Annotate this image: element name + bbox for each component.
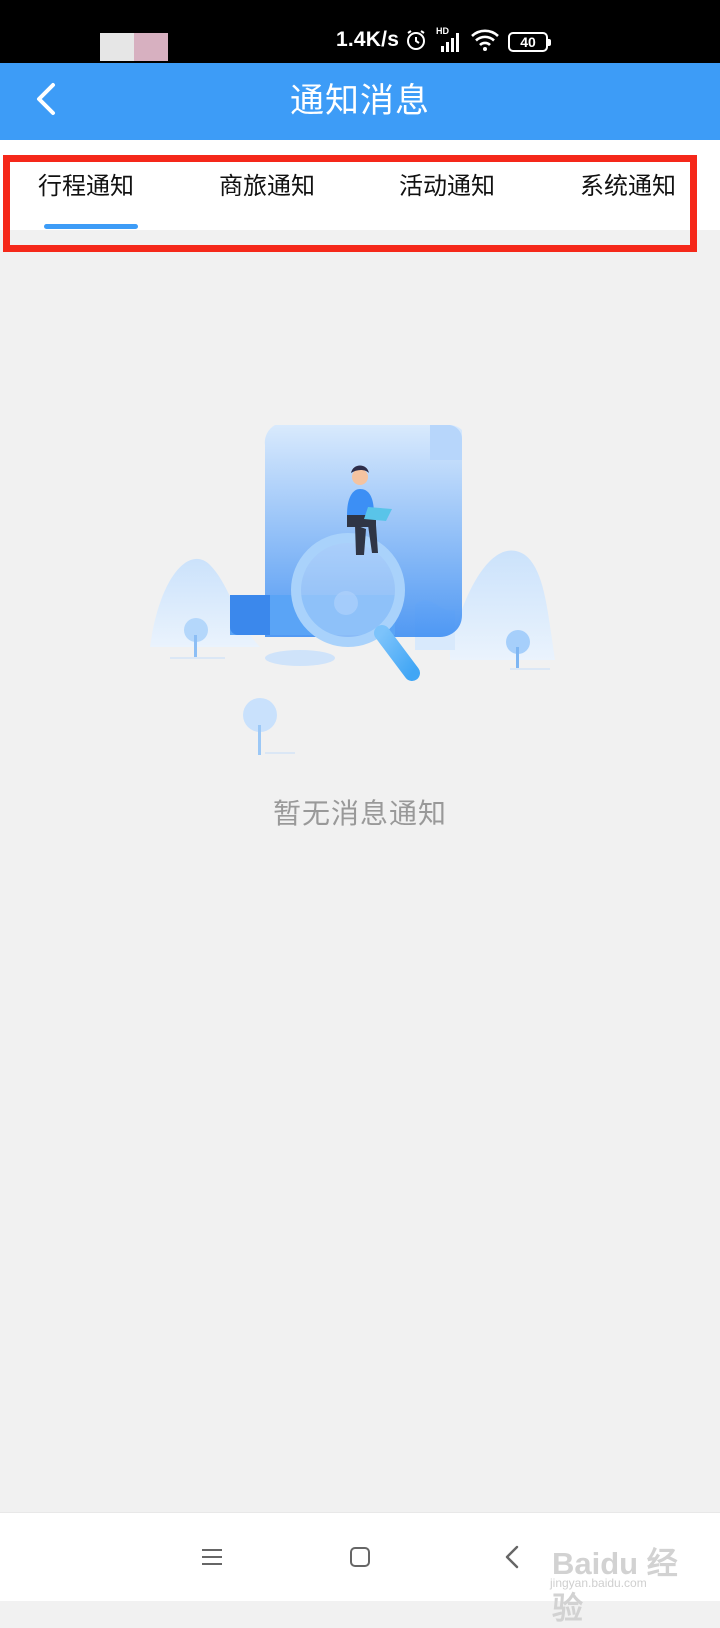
alarm-icon bbox=[404, 28, 428, 56]
status-notification-area bbox=[100, 33, 168, 61]
baidu-watermark: Baidu 经验 jingyan.baidu.com bbox=[550, 1520, 700, 1626]
header-bar: 通知消息 bbox=[0, 63, 720, 140]
wifi-icon bbox=[470, 28, 500, 56]
status-bar: 1.4K/s HD 40 bbox=[0, 0, 720, 63]
home-button[interactable] bbox=[338, 1537, 382, 1581]
home-square-icon bbox=[348, 1545, 372, 1573]
page-title: 通知消息 bbox=[290, 81, 430, 121]
watermark-sub-text: jingyan.baidu.com bbox=[550, 1576, 647, 1590]
menu-icon bbox=[200, 1546, 224, 1572]
person-on-magnifier-illustration bbox=[150, 425, 570, 770]
nav-back-button[interactable] bbox=[490, 1537, 534, 1581]
battery-level: 40 bbox=[520, 34, 536, 50]
back-chevron-icon bbox=[502, 1544, 522, 1574]
battery-icon: 40 bbox=[508, 32, 551, 52]
menu-button[interactable] bbox=[190, 1537, 234, 1581]
network-speed: 1.4K/s bbox=[336, 28, 400, 51]
signal-icon: HD bbox=[436, 26, 462, 54]
tab-bar-highlight-box bbox=[3, 155, 697, 252]
empty-state-text: 暂无消息通知 bbox=[272, 797, 447, 830]
status-icons: HD 40 bbox=[404, 26, 551, 58]
